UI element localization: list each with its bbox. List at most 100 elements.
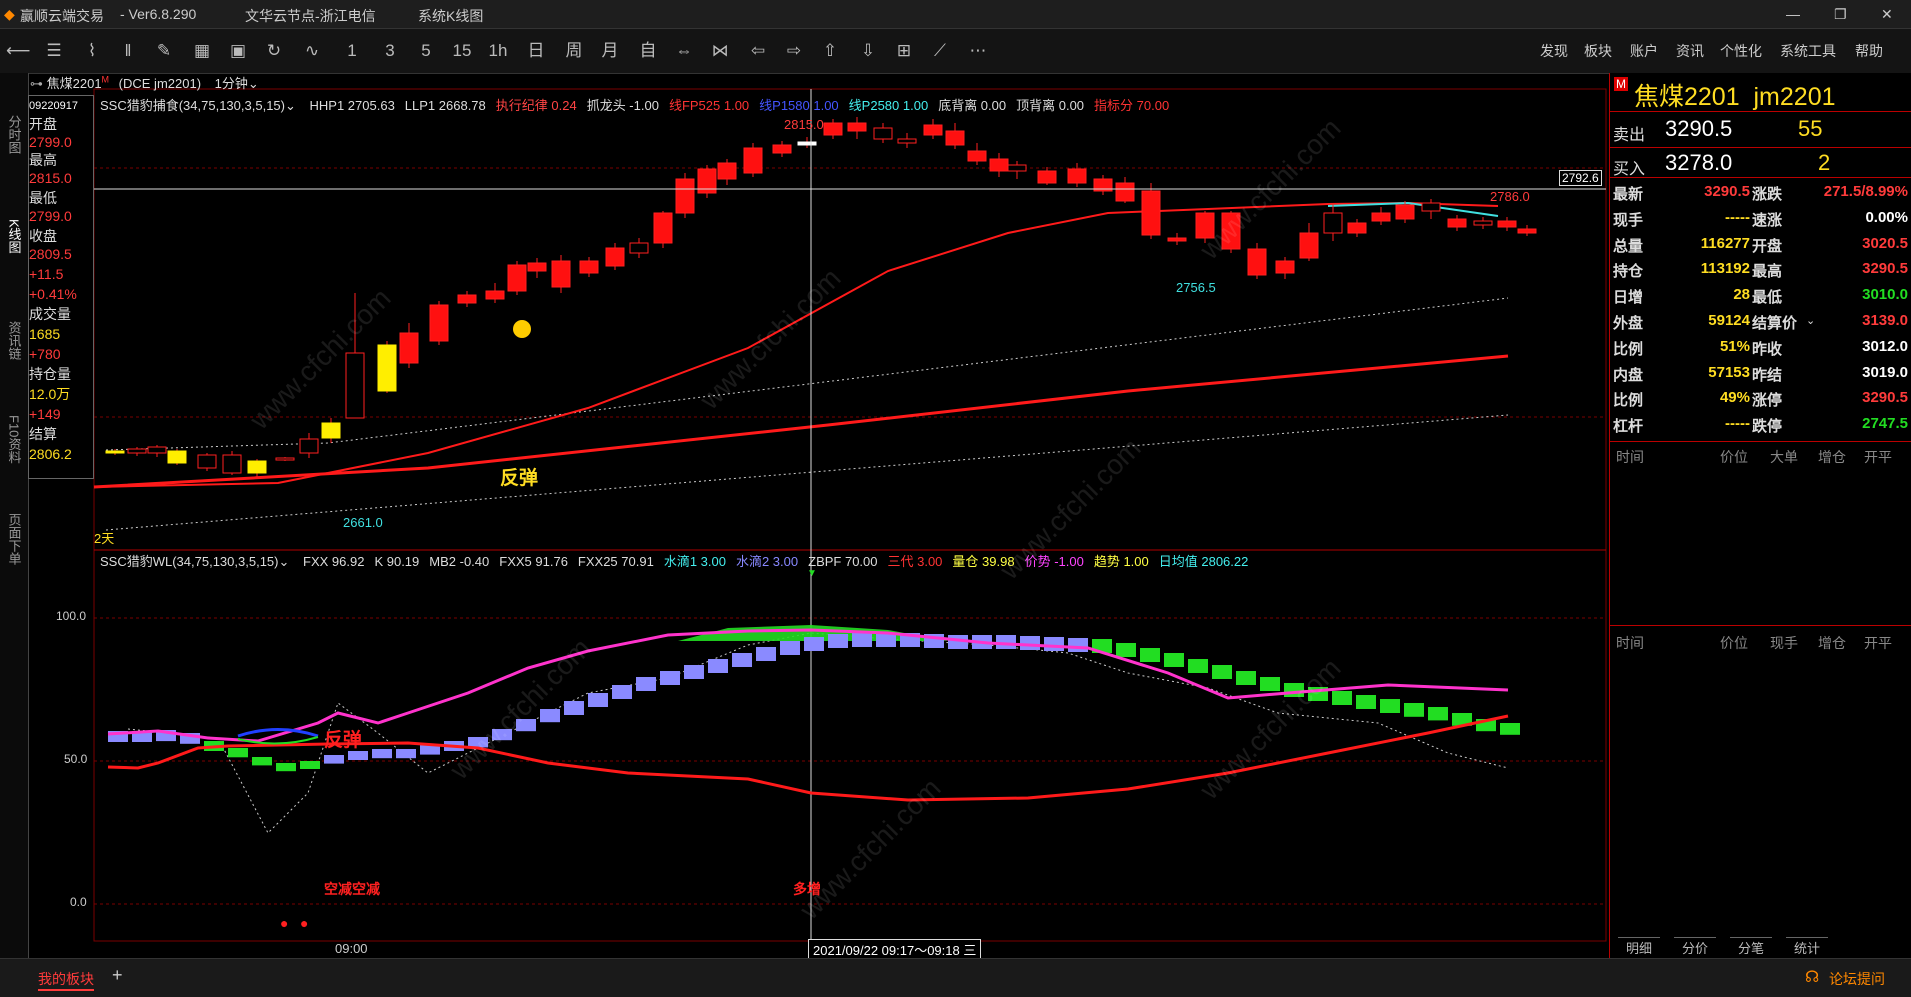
arrow-up-icon[interactable]: ⇧ bbox=[818, 39, 842, 63]
nav-newschain[interactable]: 资讯链 bbox=[4, 321, 24, 363]
sub-indicator-item: ZBPF 70.00 bbox=[808, 554, 878, 569]
pen-icon[interactable]: ⟋ bbox=[928, 39, 952, 63]
candle bbox=[1141, 190, 1161, 236]
maximize-button[interactable]: ❐ bbox=[1834, 6, 1847, 23]
sub-indicator-item: FXX25 70.91 bbox=[577, 554, 654, 569]
line-chart-icon[interactable]: ⌇ bbox=[80, 39, 104, 63]
chart-symbol[interactable]: 焦煤2201 bbox=[47, 76, 102, 91]
shrink-icon[interactable]: ⋈ bbox=[708, 39, 732, 63]
quote-divider-3 bbox=[1610, 177, 1911, 178]
chart-canvas[interactable]: ● ● ▼ bbox=[28, 73, 1608, 958]
candle bbox=[147, 446, 167, 454]
label-low-left: 2661.0 bbox=[343, 515, 383, 530]
period-5m[interactable]: 5 bbox=[414, 39, 438, 63]
period-3m[interactable]: 3 bbox=[378, 39, 402, 63]
main-indicator-chevron-icon[interactable]: ⌄ bbox=[285, 98, 296, 113]
menu-help[interactable]: 帮助 bbox=[1855, 41, 1883, 61]
period-15m[interactable]: 15 bbox=[450, 39, 474, 63]
candle bbox=[485, 290, 505, 300]
arrow-right-icon[interactable]: ⇨ bbox=[782, 39, 806, 63]
nav-f10[interactable]: F10资料 bbox=[4, 415, 24, 466]
period-month[interactable]: 月 bbox=[598, 39, 622, 63]
candle bbox=[1299, 232, 1319, 259]
save-icon[interactable]: ▣ bbox=[226, 39, 250, 63]
table-header: 时间 bbox=[1616, 635, 1644, 651]
ohlc-high-label: 最高 bbox=[29, 152, 57, 168]
arrow-down-icon[interactable]: ⇩ bbox=[856, 39, 880, 63]
panel-tab[interactable]: 分笔 bbox=[1730, 937, 1773, 957]
sub-indicator-item: K 90.19 bbox=[374, 554, 420, 569]
period-1h[interactable]: 1h bbox=[486, 39, 510, 63]
panel-tab[interactable]: 分价 bbox=[1674, 937, 1717, 957]
quote-row-label: 持仓 bbox=[1613, 263, 1644, 281]
quote-row-label: 日增 bbox=[1613, 289, 1644, 307]
period-week[interactable]: 周 bbox=[562, 39, 586, 63]
add-tab-button[interactable]: + bbox=[112, 965, 123, 986]
signal-long-add: 多增 bbox=[793, 881, 821, 897]
settle-chevron-icon[interactable]: ⌄ bbox=[1806, 314, 1815, 327]
more-button[interactable]: ⋯ bbox=[966, 39, 990, 63]
sub-bar bbox=[732, 653, 752, 667]
forum-link[interactable]: 论坛提问 bbox=[1829, 969, 1885, 989]
zoom-icon[interactable]: ⇔ bbox=[672, 39, 696, 63]
chart-period[interactable]: 1分钟 bbox=[215, 76, 248, 91]
headset-icon: ☊ bbox=[1805, 969, 1820, 986]
nav-timeshare-label: 分时图 bbox=[6, 115, 22, 154]
ask-price[interactable]: 3290.5 bbox=[1665, 116, 1732, 142]
menu-news[interactable]: 资讯 bbox=[1676, 41, 1704, 61]
refresh-icon[interactable]: ↻ bbox=[262, 39, 286, 63]
menu-sector[interactable]: 板块 bbox=[1584, 41, 1612, 61]
arrow-left-icon[interactable]: ⇦ bbox=[746, 39, 770, 63]
nav-order[interactable]: 页面下单 bbox=[4, 513, 24, 568]
ohlc-high: 2815.0 bbox=[29, 170, 72, 186]
indicator-icon[interactable]: ∿ bbox=[300, 39, 324, 63]
sub-bar bbox=[300, 761, 320, 769]
main-indicator-item: 抓龙头 -1.00 bbox=[586, 98, 659, 113]
candlestick-icon[interactable]: ǁ bbox=[116, 39, 140, 63]
quote-title[interactable]: 焦煤2201 jm2201 bbox=[1634, 77, 1836, 113]
layout-icon[interactable]: ▦ bbox=[190, 39, 214, 63]
sub-bar bbox=[540, 709, 560, 723]
menu-personalize[interactable]: 个性化 bbox=[1720, 41, 1762, 61]
quote-row-label: 现手 bbox=[1613, 211, 1644, 229]
sub-bar bbox=[1116, 643, 1136, 657]
chart-area[interactable]: ● ● ▼ ⊶ 焦煤2201M (DCE jm2201) 1分钟⌄ 092209… bbox=[28, 73, 1608, 960]
close-button[interactable]: ✕ bbox=[1881, 6, 1893, 23]
main-indicator-legend: SSC猎豹捕食(34,75,130,3,5,15)⌄ HHP1 2705.63 L… bbox=[100, 95, 1169, 114]
bid-price[interactable]: 3278.0 bbox=[1665, 150, 1732, 176]
nav-timeshare[interactable]: 分时图 bbox=[4, 115, 24, 157]
main-indicator-item: 线P2580 1.00 bbox=[848, 98, 929, 113]
panel-tab[interactable]: 统计 bbox=[1786, 937, 1829, 957]
quote-divider-2 bbox=[1610, 147, 1911, 148]
list-icon[interactable]: ☰ bbox=[42, 39, 66, 63]
back-icon[interactable]: ⟵ bbox=[6, 39, 30, 63]
candle bbox=[1447, 218, 1467, 228]
server-node[interactable]: 文华云节点-浙江电信 bbox=[245, 6, 376, 26]
menu-discover[interactable]: 发现 bbox=[1540, 41, 1568, 61]
ohlc-oi-label: 持仓量 bbox=[29, 366, 71, 382]
main-indicator-item: 底背离 0.00 bbox=[938, 98, 1007, 113]
xaxis-time-label: 09:00 bbox=[335, 941, 368, 956]
split-icon[interactable]: ⊞ bbox=[892, 39, 916, 63]
nav-kline[interactable]: K线图 bbox=[4, 219, 24, 257]
menu-tools[interactable]: 系统工具 bbox=[1780, 41, 1836, 61]
main-indicator-name[interactable]: SSC猎豹捕食(34,75,130,3,5,15) bbox=[100, 98, 285, 113]
panel-tab[interactable]: 明细 bbox=[1618, 937, 1661, 957]
menu-account[interactable]: 账户 bbox=[1630, 41, 1658, 61]
period-custom[interactable]: 自 bbox=[636, 39, 660, 63]
my-sectors-tab[interactable]: 我的板块 bbox=[38, 969, 94, 991]
table-header: 价位 bbox=[1720, 635, 1748, 651]
sub-indicator-chevron-icon[interactable]: ⌄ bbox=[278, 554, 289, 569]
draw-icon[interactable]: ✎ bbox=[152, 39, 176, 63]
minimize-button[interactable]: — bbox=[1786, 6, 1800, 22]
link-icon[interactable]: ⊶ bbox=[30, 76, 43, 91]
quote-row-value: 3012.0 bbox=[1862, 337, 1908, 355]
quote-row-label: 外盘 bbox=[1613, 315, 1644, 332]
candle bbox=[717, 162, 737, 180]
sub-indicator-name[interactable]: SSC猎豹WL(34,75,130,3,5,15) bbox=[100, 554, 278, 569]
period-1m[interactable]: 1 bbox=[340, 39, 364, 63]
period-day[interactable]: 日 bbox=[524, 39, 548, 63]
candle bbox=[1221, 212, 1241, 250]
period-chevron-icon[interactable]: ⌄ bbox=[248, 76, 259, 91]
table-header: 开平 bbox=[1864, 449, 1892, 465]
